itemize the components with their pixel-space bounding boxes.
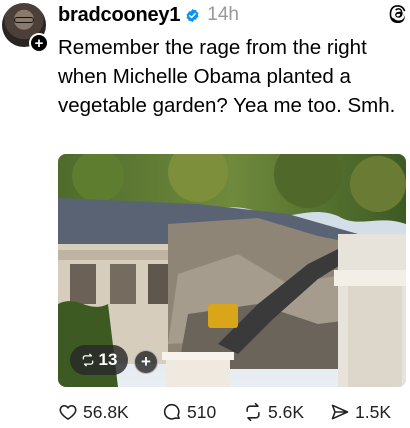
post-action-bar: 56.8K 510 5.6K 1.5K <box>58 398 403 426</box>
heart-icon <box>59 404 77 420</box>
media-plus-button[interactable]: + <box>134 350 158 374</box>
avatar-container[interactable]: + <box>0 0 50 54</box>
repost-count: 5.6K <box>268 401 304 422</box>
post-timestamp: 14h <box>207 4 239 25</box>
post-header: bradcooney1 14h <box>58 2 402 28</box>
post-body-text: Remember the rage from the right when Mi… <box>58 36 396 117</box>
share-count: 1.5K <box>355 401 391 422</box>
media-repost-chip[interactable]: 13 <box>70 345 128 375</box>
share-button[interactable]: 1.5K <box>330 402 391 423</box>
verified-badge-icon <box>186 8 199 22</box>
like-count: 56.8K <box>83 401 129 422</box>
username[interactable]: bradcooney1 <box>58 4 180 27</box>
like-button[interactable]: 56.8K <box>58 402 129 423</box>
comment-icon <box>163 403 180 420</box>
repost-icon <box>246 402 260 422</box>
repost-icon <box>82 353 93 367</box>
threads-logo-icon[interactable] <box>388 3 408 23</box>
repost-button[interactable]: 5.6K <box>243 402 304 423</box>
media-repost-count: 13 <box>98 350 118 369</box>
follow-plus-button[interactable]: + <box>29 33 49 53</box>
comment-count: 510 <box>187 401 217 422</box>
glasses-detail <box>14 17 34 23</box>
send-icon <box>331 404 349 420</box>
comment-button[interactable]: 510 <box>162 402 216 423</box>
